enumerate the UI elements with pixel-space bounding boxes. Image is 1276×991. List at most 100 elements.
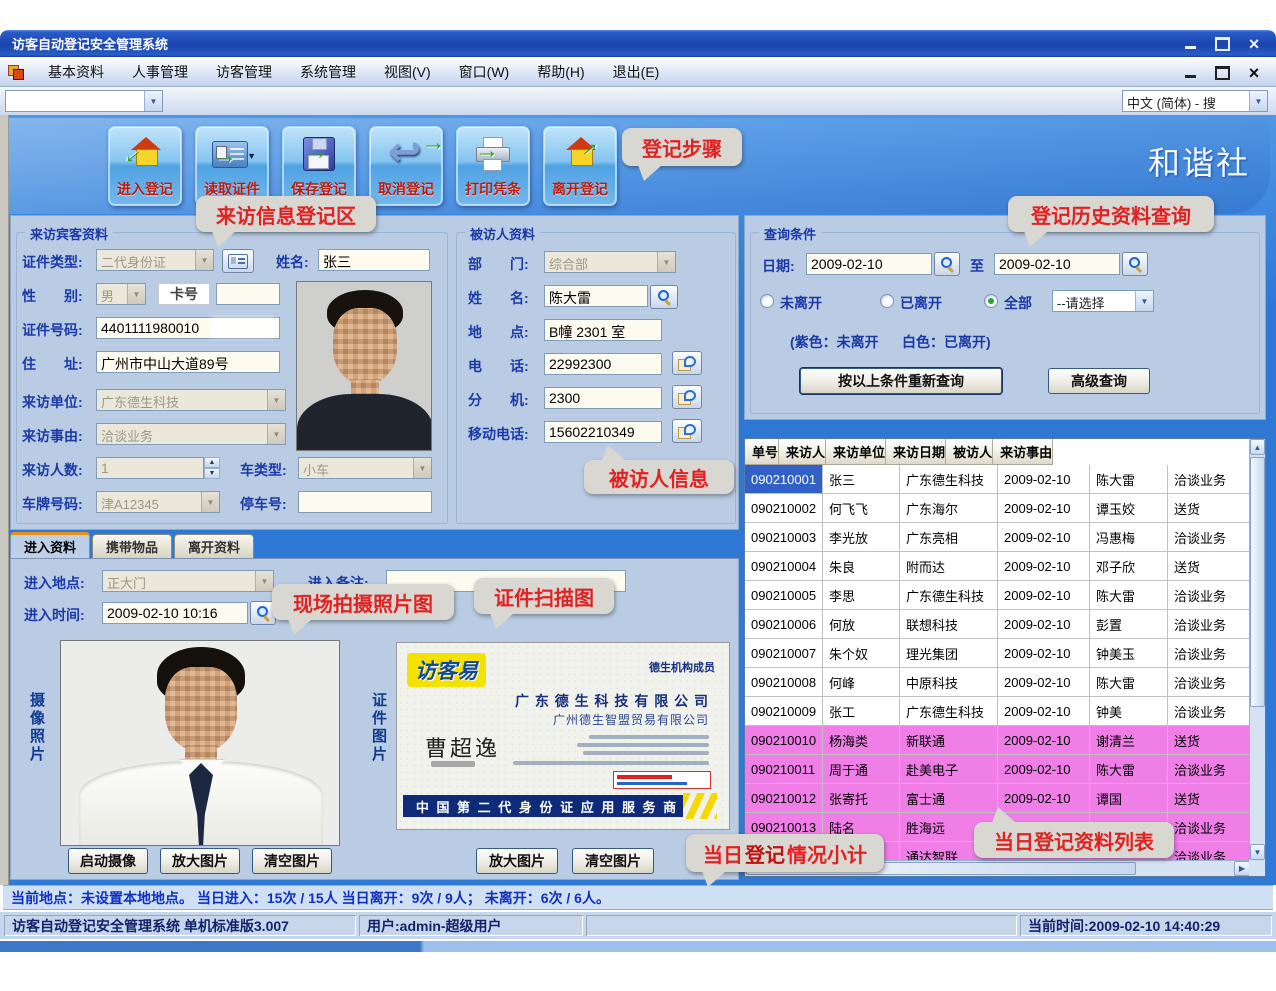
visitor-name-field[interactable]: 张三 [318, 249, 430, 271]
chevron-down-icon[interactable]: ▼ [657, 252, 675, 272]
card-no-field[interactable] [216, 283, 280, 305]
mobile-field[interactable]: 15602210349 [544, 421, 662, 443]
visit-company-combo[interactable]: 广东德生科技▼ [96, 389, 286, 411]
dropdown-caret-icon[interactable] [247, 151, 256, 161]
visited-name-field[interactable]: 陈大雷 [544, 285, 648, 307]
chevron-down-icon[interactable]: ▼ [267, 424, 285, 444]
toolbar-button[interactable]: 打印凭条 [456, 126, 530, 206]
toolbar-button[interactable]: 进入登记 [108, 126, 182, 206]
menu-item[interactable]: 基本资料 [34, 58, 118, 86]
mdi-restore-button[interactable] [1210, 63, 1234, 82]
location-field[interactable]: B幢 2301 室 [544, 319, 662, 341]
advanced-query-button[interactable]: 高级查询 [1048, 368, 1150, 394]
scroll-down-button[interactable]: ▼ [1250, 844, 1265, 860]
menu-item[interactable]: 帮助(H) [523, 58, 598, 86]
vertical-scrollbar[interactable]: ▲ ▼ [1249, 439, 1265, 860]
chevron-down-icon[interactable]: ▼ [413, 458, 431, 478]
image-action-button[interactable]: 启动摄像 [68, 848, 148, 874]
close-button[interactable]: × [1242, 34, 1266, 53]
column-header[interactable]: 来访日期 [886, 439, 946, 465]
chevron-down-icon[interactable]: ▼ [127, 284, 145, 304]
query-filter-combo[interactable]: --请选择▼ [1052, 290, 1154, 312]
vertical-scroll-thumb[interactable] [1250, 457, 1265, 707]
column-header[interactable]: 来访事由 [993, 439, 1053, 465]
date-from-picker-button[interactable] [934, 252, 960, 276]
car-type-combo[interactable]: 小车▼ [298, 457, 432, 479]
ext-field[interactable]: 2300 [544, 387, 662, 409]
scroll-up-button[interactable]: ▲ [1250, 439, 1265, 455]
column-header[interactable]: 被访人 [946, 439, 993, 465]
radio-left[interactable] [880, 294, 894, 308]
quick-search-combo[interactable]: ▼ [5, 90, 163, 112]
date-to-field[interactable]: 2009-02-10 [994, 253, 1120, 275]
menu-item[interactable]: 系统管理 [286, 58, 370, 86]
tab[interactable]: 进入资料 [10, 532, 90, 558]
parking-field[interactable] [298, 491, 432, 513]
table-row[interactable]: 090210007 朱个奴 理光集团 2009-02-10 钟美玉 洽谈业务 [745, 639, 1250, 668]
table-row[interactable]: 090210001 张三 广东德生科技 2009-02-10 陈大雷 洽谈业务 [745, 465, 1250, 494]
requery-button[interactable]: 按以上条件重新查询 [800, 368, 1002, 394]
toolbar-button[interactable]: 取消登记 [369, 126, 443, 206]
image-action-button[interactable]: 放大图片 [476, 848, 558, 874]
table-row[interactable]: 090210009 张工 广东德生科技 2009-02-10 钟美 洽谈业务 [745, 697, 1250, 726]
chevron-down-icon[interactable]: ▼ [144, 91, 162, 111]
column-header[interactable]: 来访单位 [826, 439, 886, 465]
table-row[interactable]: 090210005 李思 广东德生科技 2009-02-10 陈大雷 洽谈业务 [745, 581, 1250, 610]
plate-combo[interactable]: 津A12345▼ [96, 491, 220, 513]
toolbar-button[interactable]: 保存登记 [282, 126, 356, 206]
cert-type-combo[interactable]: 二代身份证▼ [96, 249, 214, 271]
visited-search-button[interactable] [650, 285, 678, 309]
mdi-minimize-button[interactable] [1178, 63, 1202, 82]
language-selector[interactable]: 中文 (简体) - 搜 ▼ [1122, 90, 1268, 112]
table-row[interactable]: 090210006 何放 联想科技 2009-02-10 彭置 洽谈业务 [745, 610, 1250, 639]
chevron-down-icon[interactable]: ▼ [195, 250, 213, 270]
entry-time-field[interactable]: 2009-02-10 10:16 [102, 602, 248, 624]
tab[interactable]: 携带物品 [92, 534, 172, 558]
menu-item[interactable]: 退出(E) [599, 58, 674, 86]
image-action-button[interactable]: 清空图片 [572, 848, 654, 874]
table-row[interactable]: 090210004 朱良 附而达 2009-02-10 邓子欣 送货 [745, 552, 1250, 581]
step-down-icon[interactable]: ▼ [204, 468, 220, 479]
date-to-picker-button[interactable] [1122, 252, 1148, 276]
chevron-down-icon[interactable]: ▼ [1135, 291, 1153, 311]
menu-item[interactable]: 人事管理 [118, 58, 202, 86]
entry-place-combo[interactable]: 正大门▼ [102, 570, 274, 592]
radio-all[interactable] [984, 294, 998, 308]
phone-field[interactable]: 22992300 [544, 353, 662, 375]
card-reader-button[interactable] [222, 249, 254, 273]
visitor-count-stepper[interactable]: ▲▼ [204, 457, 220, 479]
visit-reason-combo[interactable]: 洽谈业务▼ [96, 423, 286, 445]
chevron-down-icon[interactable]: ▼ [255, 571, 273, 591]
gender-combo[interactable]: 男▼ [96, 283, 146, 305]
table-row[interactable]: 090210003 李光放 广东亮相 2009-02-10 冯惠梅 洽谈业务 [745, 523, 1250, 552]
date-from-field[interactable]: 2009-02-10 [806, 253, 932, 275]
column-header[interactable]: 来访人 [779, 439, 826, 465]
chevron-down-icon[interactable]: ▼ [1249, 91, 1267, 111]
menu-item[interactable]: 视图(V) [370, 58, 445, 86]
toolbar-button[interactable]: 离开登记 [543, 126, 617, 206]
radio-not-left[interactable] [760, 294, 774, 308]
address-field[interactable]: 广州市中山大道89号 [96, 351, 280, 373]
image-action-button[interactable]: 清空图片 [252, 848, 332, 874]
image-action-button[interactable]: 放大图片 [160, 848, 240, 874]
minimize-button[interactable] [1178, 34, 1202, 53]
restore-button[interactable] [1210, 34, 1234, 53]
table-row[interactable]: 090210010 杨海类 新联通 2009-02-10 谢清兰 送货 [745, 726, 1250, 755]
table-row[interactable]: 090210002 何飞飞 广东海尔 2009-02-10 谭玉姣 送货 [745, 494, 1250, 523]
dept-combo[interactable]: 综合部▼ [544, 251, 676, 273]
ext-notify-button[interactable] [672, 385, 702, 409]
tab[interactable]: 离开资料 [174, 534, 254, 558]
table-row[interactable]: 090210008 何峰 中原科技 2009-02-10 陈大雷 洽谈业务 [745, 668, 1250, 697]
step-up-icon[interactable]: ▲ [204, 457, 220, 468]
visitor-count-field[interactable]: 1 [96, 457, 204, 479]
column-header[interactable]: 单号 [745, 439, 779, 465]
toolbar-button[interactable]: 读取证件 [195, 126, 269, 206]
mdi-close-button[interactable]: × [1242, 63, 1266, 82]
chevron-down-icon[interactable]: ▼ [267, 390, 285, 410]
mobile-notify-button[interactable] [672, 419, 702, 443]
chevron-down-icon[interactable]: ▼ [201, 492, 219, 512]
menu-item[interactable]: 窗口(W) [445, 58, 524, 86]
table-row[interactable]: 090210011 周于通 赴美电子 2009-02-10 陈大雷 洽谈业务 [745, 755, 1250, 784]
menu-item[interactable]: 访客管理 [202, 58, 286, 86]
scroll-right-button[interactable]: ▶ [1234, 861, 1250, 876]
